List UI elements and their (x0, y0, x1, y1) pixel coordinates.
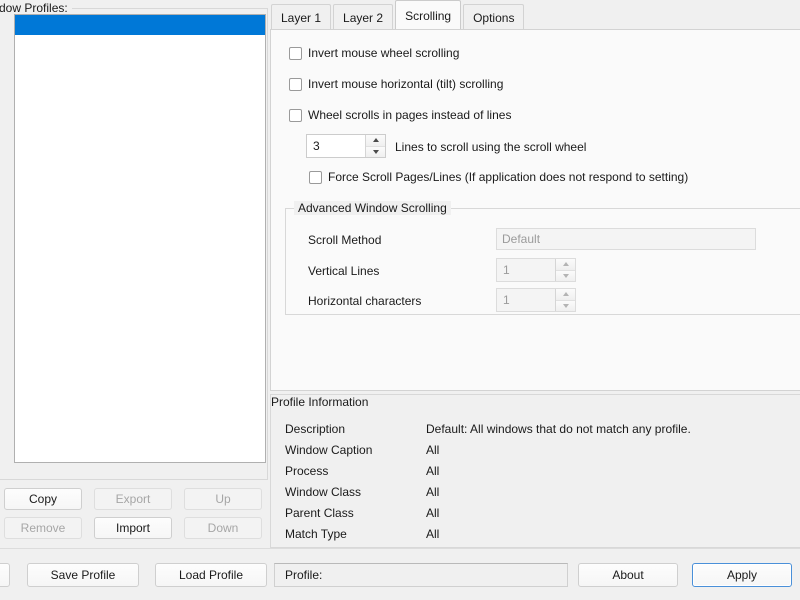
scroll-method-label: Scroll Method (308, 233, 381, 247)
profile-information-label: Profile Information (271, 395, 368, 409)
checkbox-label: Invert mouse horizontal (tilt) scrolling (308, 78, 503, 91)
process-label: Process (285, 464, 328, 478)
window-class-label: Window Class (285, 485, 361, 499)
remove-button: Remove (4, 517, 82, 539)
scrolling-tab-page: Invert mouse wheel scrolling Invert mous… (270, 29, 800, 391)
checkbox-label: Force Scroll Pages/Lines (If application… (328, 171, 688, 184)
clipped-left-button[interactable] (0, 563, 10, 587)
spinner-up-icon (556, 289, 575, 301)
apply-button[interactable]: Apply (692, 563, 792, 587)
lines-to-scroll-label: Lines to scroll using the scroll wheel (395, 140, 586, 154)
description-label: Description (285, 422, 345, 436)
invert-wheel-checkbox[interactable]: Invert mouse wheel scrolling (289, 47, 459, 60)
vertical-lines-label: Vertical Lines (308, 264, 379, 278)
window-caption-value: All (426, 443, 439, 457)
profile-status-field[interactable]: Profile: (274, 563, 568, 587)
wheel-pages-checkbox[interactable]: Wheel scrolls in pages instead of lines (289, 109, 511, 122)
save-profile-button[interactable]: Save Profile (27, 563, 139, 587)
down-button: Down (184, 517, 262, 539)
tab-layer-1[interactable]: Layer 1 (271, 4, 331, 30)
tab-strip: Layer 1 Layer 2 Scrolling Options (271, 0, 526, 30)
spinner-up-icon[interactable] (366, 135, 385, 147)
invert-tilt-checkbox[interactable]: Invert mouse horizontal (tilt) scrolling (289, 78, 503, 91)
spinner-arrows[interactable] (365, 135, 385, 157)
load-profile-button[interactable]: Load Profile (155, 563, 267, 587)
spinner-arrows (555, 289, 575, 311)
vertical-lines-spinner: 1 (496, 258, 576, 282)
settings-window: dow Profiles: Copy Export Up Remove Impo… (0, 0, 800, 600)
spinner-value: 1 (497, 259, 555, 281)
spinner-down-icon (556, 271, 575, 282)
spinner-down-icon[interactable] (366, 147, 385, 158)
list-item[interactable] (15, 15, 265, 35)
parent-class-value: All (426, 506, 439, 520)
checkbox-box[interactable] (289, 47, 302, 60)
profiles-listbox[interactable] (14, 14, 266, 463)
description-value: Default: All windows that do not match a… (426, 422, 691, 436)
spinner-value[interactable]: 3 (307, 135, 365, 157)
spinner-down-icon (556, 301, 575, 312)
horizontal-characters-label: Horizontal characters (308, 294, 421, 308)
parent-class-label: Parent Class (285, 506, 354, 520)
spinner-value: 1 (497, 289, 555, 311)
export-button: Export (94, 488, 172, 510)
bottom-bar: Save Profile Load Profile Profile: About… (0, 552, 800, 600)
spinner-up-icon (556, 259, 575, 271)
checkbox-box[interactable] (289, 109, 302, 122)
lines-to-scroll-spinner[interactable]: 3 (306, 134, 386, 158)
match-type-value: All (426, 527, 439, 541)
tab-options[interactable]: Options (463, 4, 524, 30)
bottom-separator (0, 548, 800, 549)
window-class-value: All (426, 485, 439, 499)
advanced-group-label: Advanced Window Scrolling (294, 201, 451, 215)
up-button: Up (184, 488, 262, 510)
tab-layer-2[interactable]: Layer 2 (333, 4, 393, 30)
checkbox-label: Wheel scrolls in pages instead of lines (308, 109, 511, 122)
horizontal-characters-spinner: 1 (496, 288, 576, 312)
checkbox-box[interactable] (309, 171, 322, 184)
window-profiles-label: dow Profiles: (0, 1, 72, 15)
copy-button[interactable]: Copy (4, 488, 82, 510)
scroll-method-value: Default (502, 232, 540, 246)
checkbox-label: Invert mouse wheel scrolling (308, 47, 459, 60)
process-value: All (426, 464, 439, 478)
profile-information-group: Profile Information Description Default:… (270, 394, 800, 548)
window-caption-label: Window Caption (285, 443, 372, 457)
advanced-window-scrolling-group: Advanced Window Scrolling Scroll Method … (285, 208, 800, 315)
spinner-arrows (555, 259, 575, 281)
scroll-method-combo: Default (496, 228, 756, 250)
import-button[interactable]: Import (94, 517, 172, 539)
tab-scrolling[interactable]: Scrolling (395, 0, 461, 30)
match-type-label: Match Type (285, 527, 347, 541)
about-button[interactable]: About (578, 563, 678, 587)
checkbox-box[interactable] (289, 78, 302, 91)
profile-status-label: Profile: (285, 568, 322, 582)
force-scroll-checkbox[interactable]: Force Scroll Pages/Lines (If application… (309, 171, 688, 184)
